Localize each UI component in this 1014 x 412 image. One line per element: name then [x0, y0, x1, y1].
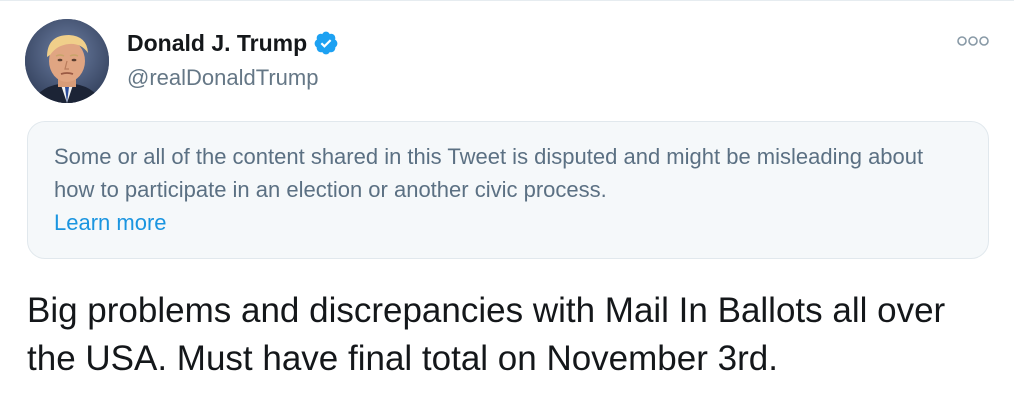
disputed-content-notice: Some or all of the content shared in thi…	[27, 121, 989, 259]
learn-more-link[interactable]: Learn more	[54, 206, 167, 239]
verified-badge-icon	[313, 30, 339, 56]
tweet-card: Donald J. Trump @realDonaldTrump Some or…	[0, 0, 1014, 412]
author-handle[interactable]: @realDonaldTrump	[127, 64, 318, 92]
avatar-photo-icon	[25, 19, 109, 103]
author-display-name[interactable]: Donald J. Trump	[127, 29, 307, 57]
more-options-icon[interactable]	[956, 33, 990, 49]
tweet-body-text: Big problems and discrepancies with Mail…	[27, 291, 946, 378]
notice-text: Some or all of the content shared in thi…	[54, 144, 924, 202]
author-name-row: Donald J. Trump	[127, 29, 339, 57]
avatar[interactable]	[25, 19, 109, 103]
